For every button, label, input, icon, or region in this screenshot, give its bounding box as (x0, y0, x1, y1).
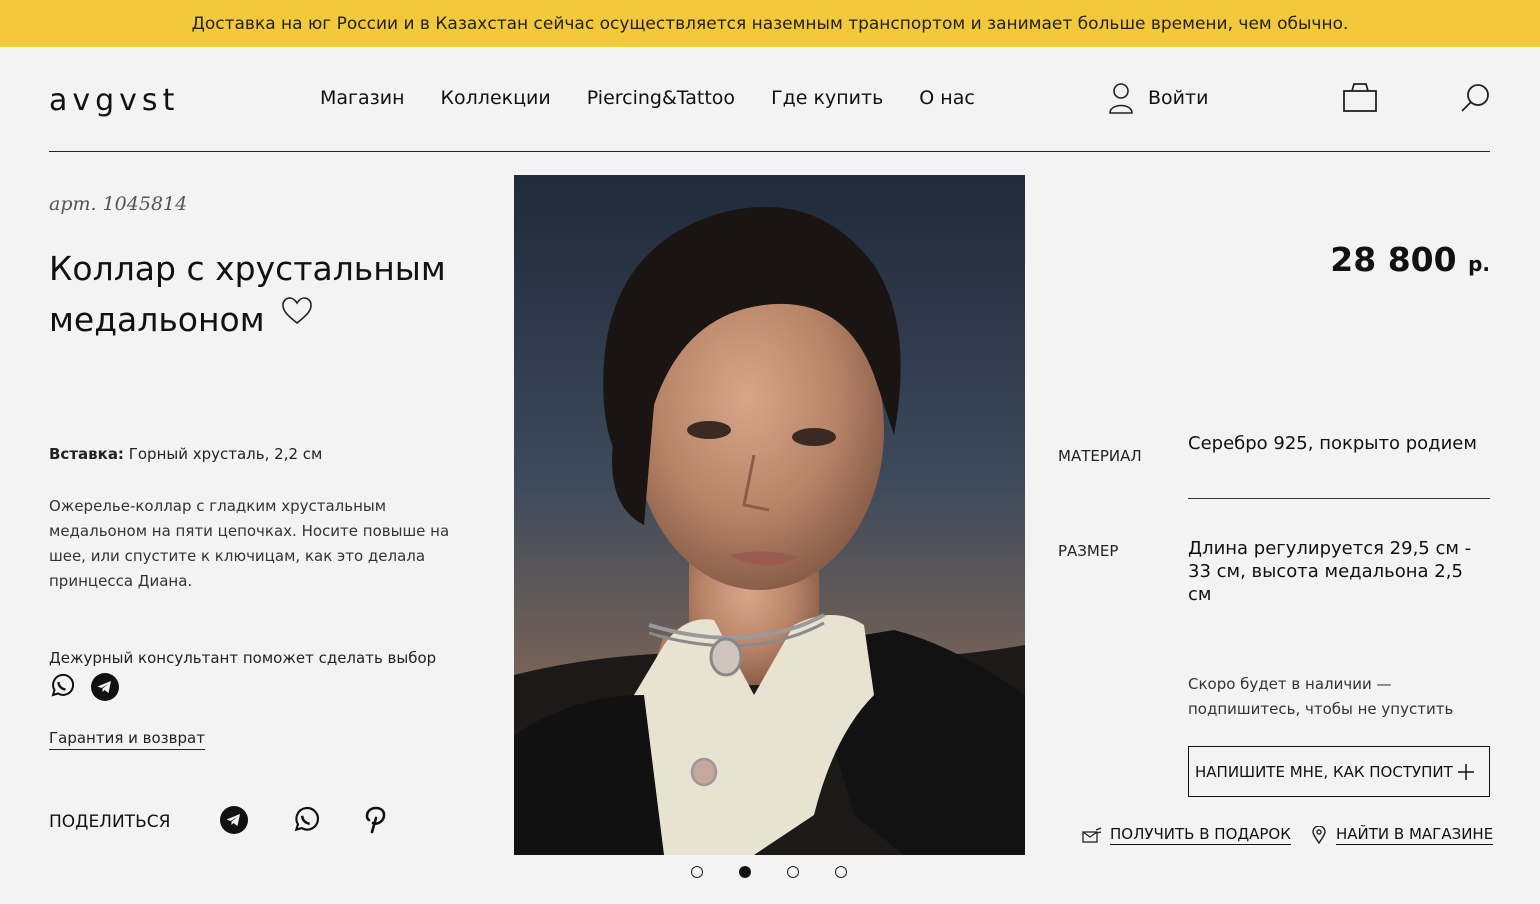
spec-label-material: МАТЕРИАЛ (1058, 447, 1142, 465)
spec-divider (1188, 498, 1490, 499)
consult-text: Дежурный консультант поможет сделать выб… (49, 649, 437, 667)
gift-link-label: ПОЛУЧИТЬ В ПОДАРОК (1110, 825, 1291, 845)
search-icon (1461, 84, 1489, 112)
spec-label-size: РАЗМЕР (1058, 542, 1119, 560)
telegram-icon[interactable] (220, 806, 248, 834)
telegram-icon[interactable] (91, 673, 119, 701)
nav-where-to-buy[interactable]: Где купить (771, 87, 883, 109)
product-title: Коллар с хрустальным медальоном (49, 249, 446, 339)
article-number: арт. 1045814 (49, 193, 188, 215)
notify-button-label: НАПИШИТЕ МНЕ, КАК ПОСТУПИТ (1195, 762, 1453, 781)
whatsapp-icon[interactable] (292, 806, 320, 834)
login-label: Войти (1148, 87, 1209, 109)
availability-text: Скоро будет в наличии — подпишитесь, что… (1188, 675, 1454, 718)
site-header: avgvst Магазин Коллекции Piercing&Tattoo… (0, 47, 1540, 152)
user-icon (1109, 83, 1133, 114)
product-photo[interactable] (514, 175, 1025, 855)
pinterest-icon[interactable] (364, 806, 388, 834)
gallery-dot-2[interactable] (739, 866, 751, 878)
gallery-dot-4[interactable] (835, 866, 847, 878)
price-value: 28 800 (1330, 240, 1457, 279)
plus-icon (1457, 763, 1474, 780)
warranty-link[interactable]: Гарантия и возврат (49, 729, 205, 750)
model-photo-image (514, 175, 1025, 855)
product-title-block: Коллар с хрустальным медальоном (49, 243, 469, 345)
favorite-button[interactable] (281, 288, 313, 339)
nav-shop[interactable]: Магазин (320, 87, 405, 109)
insert-info: Вставка: Горный хрусталь, 2,2 см (49, 445, 322, 463)
nav-piercing-tattoo[interactable]: Piercing&Tattoo (587, 87, 735, 109)
search-button[interactable] (1459, 83, 1491, 119)
heart-icon (282, 297, 312, 325)
find-in-store-label: НАЙТИ В МАГАЗИНЕ (1336, 825, 1494, 845)
nav-collections[interactable]: Коллекции (441, 87, 551, 109)
share-icons (220, 806, 388, 834)
product-description: Ожерелье-коллар с гладким хрустальным ме… (49, 497, 450, 590)
insert-label: Вставка: (49, 445, 124, 463)
main-nav: Магазин Коллекции Piercing&Tattoo Где ку… (320, 87, 1011, 109)
spec-value-size: Длина регулируется 29,5 см - 33 см, высо… (1188, 538, 1472, 605)
whatsapp-icon[interactable] (49, 673, 75, 699)
insert-value: Горный хрусталь, 2,2 см (128, 445, 323, 463)
gallery-dot-1[interactable] (691, 866, 703, 878)
location-pin-icon (1312, 826, 1326, 844)
gift-icon (1082, 827, 1102, 843)
cart-button[interactable] (1342, 81, 1378, 117)
price: 28 800 р. (1330, 240, 1490, 279)
nav-about[interactable]: О нас (919, 87, 975, 109)
gift-link[interactable]: ПОЛУЧИТЬ В ПОДАРОК (1082, 825, 1291, 845)
logo[interactable]: avgvst (49, 83, 179, 118)
price-currency: р. (1468, 252, 1490, 276)
announcement-banner: Доставка на юг России и в Казахстан сейч… (0, 0, 1540, 47)
notify-button[interactable]: НАПИШИТЕ МНЕ, КАК ПОСТУПИТ (1188, 746, 1490, 797)
find-in-store-link[interactable]: НАЙТИ В МАГАЗИНЕ (1312, 825, 1494, 845)
share-label: ПОДЕЛИТЬСЯ (49, 812, 171, 832)
consult-icons (49, 673, 119, 701)
gallery-pagination (691, 866, 847, 878)
spec-value-material: Серебро 925, покрыто родием (1188, 433, 1477, 454)
header-divider (49, 151, 1490, 152)
banner-text: Доставка на юг России и в Казахстан сейч… (191, 13, 1349, 34)
gallery-dot-3[interactable] (787, 866, 799, 878)
bag-icon (1343, 83, 1377, 112)
login-button[interactable]: Войти (1108, 81, 1208, 115)
